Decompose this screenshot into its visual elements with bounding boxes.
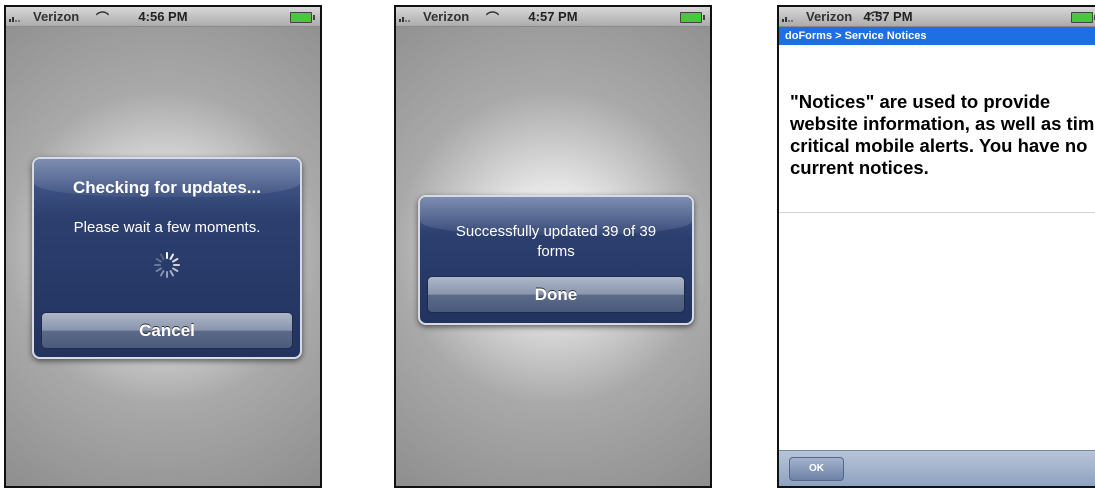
checking-updates-alert: Checking for updates... Please wait a fe… bbox=[32, 157, 302, 359]
status-bar: Verizon ⌒ 4:56 PM bbox=[6, 7, 320, 27]
notice-panel: "Notices" are used to provide website in… bbox=[779, 45, 1095, 213]
alert-message: Successfully updated 39 of 39 forms bbox=[455, 223, 657, 260]
phone-screen-checking: Verizon ⌒ 4:56 PM Checking for updates..… bbox=[4, 5, 322, 488]
spinner-icon bbox=[154, 252, 180, 278]
cancel-button[interactable]: Cancel bbox=[41, 312, 293, 349]
dimmed-background: Successfully updated 39 of 39 forms Done bbox=[396, 27, 710, 486]
notice-text: "Notices" are used to provide website in… bbox=[790, 91, 1095, 178]
phone-screen-updated: Verizon ⌒ 4:57 PM Successfully updated 3… bbox=[394, 5, 712, 488]
clock: 4:57 PM bbox=[863, 9, 913, 24]
alert-message: Please wait a few moments. bbox=[73, 219, 261, 236]
update-complete-alert: Successfully updated 39 of 39 forms Done bbox=[418, 195, 694, 325]
alert-title: Checking for updates... bbox=[73, 178, 261, 197]
breadcrumb[interactable]: doForms > Service Notices bbox=[779, 27, 1095, 45]
status-bar: Verizon ⌒ 4:57 PM bbox=[396, 7, 710, 27]
battery-icon bbox=[680, 12, 705, 23]
done-button[interactable]: Done bbox=[427, 276, 685, 313]
clock: 4:56 PM bbox=[138, 9, 188, 24]
clock: 4:57 PM bbox=[528, 9, 578, 24]
bottom-toolbar: OK bbox=[779, 450, 1095, 486]
battery-icon bbox=[1071, 12, 1095, 23]
dimmed-background: Checking for updates... Please wait a fe… bbox=[6, 27, 320, 486]
phone-screen-notices: Verizon ⌒ 4:57 PM doForms > Service Noti… bbox=[777, 5, 1095, 488]
status-bar: Verizon ⌒ 4:57 PM bbox=[779, 7, 1095, 27]
battery-icon bbox=[290, 12, 315, 23]
ok-button[interactable]: OK bbox=[789, 457, 844, 481]
